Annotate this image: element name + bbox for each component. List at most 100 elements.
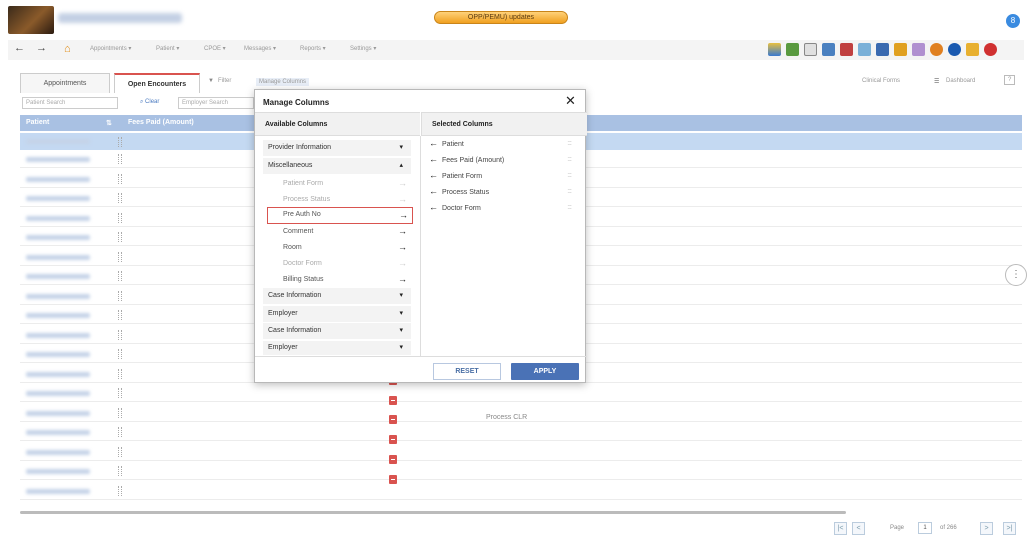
- available-item-pre-auth-no[interactable]: Pre Auth No →: [267, 207, 413, 224]
- group-employer[interactable]: Employer ▾: [263, 306, 411, 322]
- blurred-patient-name[interactable]: [26, 139, 90, 144]
- blurred-patient-name[interactable]: [26, 254, 90, 260]
- menu-reports[interactable]: Reports ▾: [300, 45, 326, 52]
- drag-handle-icon[interactable]: ::::: [567, 152, 572, 167]
- row-grip-icon[interactable]: [118, 310, 122, 320]
- row-grip-icon[interactable]: [118, 388, 122, 398]
- drag-handle-icon[interactable]: ::::: [567, 136, 572, 151]
- home-icon[interactable]: ⌂: [64, 43, 71, 55]
- tab-open-encounters[interactable]: Open Encounters: [114, 73, 200, 93]
- row-grip-icon[interactable]: [118, 368, 122, 379]
- pdf-form-icon[interactable]: [389, 396, 397, 405]
- row-grip-icon[interactable]: [118, 485, 122, 496]
- blurred-patient-name[interactable]: [26, 313, 90, 318]
- group-employer-2[interactable]: Employer ▾: [263, 341, 411, 355]
- available-item-doctor-form[interactable]: Doctor Form →: [283, 256, 411, 271]
- row-grip-icon[interactable]: [118, 407, 122, 418]
- column-header-patient[interactable]: Patient: [26, 119, 49, 126]
- blurred-patient-name[interactable]: [26, 352, 90, 357]
- clear-link[interactable]: ⌕ Clear: [140, 99, 159, 106]
- group-miscellaneous[interactable]: Miscellaneous ▴: [263, 158, 411, 174]
- users-icon[interactable]: [822, 43, 835, 56]
- blurred-patient-name[interactable]: [26, 274, 90, 279]
- row-grip-icon[interactable]: [118, 329, 122, 340]
- patient-search-input[interactable]: Patient Search: [22, 97, 118, 109]
- row-grip-icon[interactable]: [118, 466, 122, 476]
- remove-arrow-icon[interactable]: ←: [429, 170, 438, 180]
- last-page-button[interactable]: >|: [1003, 522, 1016, 535]
- column-header-fees[interactable]: Fees Paid (Amount): [128, 119, 194, 126]
- dashboard-link[interactable]: Dashboard: [946, 78, 975, 84]
- blurred-patient-name[interactable]: [26, 235, 90, 240]
- row-grip-icon[interactable]: [118, 251, 122, 262]
- back-arrow-icon[interactable]: ←: [14, 42, 25, 54]
- menu-settings[interactable]: Settings ▾: [350, 45, 376, 52]
- tab-appointments[interactable]: Appointments: [20, 73, 110, 93]
- group-case-information[interactable]: Case Information ▾: [263, 288, 411, 304]
- row-grip-icon[interactable]: [118, 290, 122, 301]
- add-arrow-icon[interactable]: →: [398, 224, 407, 239]
- horizontal-scrollbar[interactable]: [20, 511, 846, 514]
- row-grip-icon[interactable]: [118, 446, 122, 457]
- reset-button[interactable]: RESET: [433, 363, 501, 380]
- blurred-patient-name[interactable]: [26, 488, 90, 494]
- add-arrow-icon[interactable]: →: [398, 192, 407, 207]
- employer-search-input[interactable]: Employer Search: [178, 97, 254, 109]
- chart-icon[interactable]: [768, 43, 781, 56]
- blurred-patient-name[interactable]: [26, 449, 90, 455]
- power-icon[interactable]: [984, 43, 997, 56]
- row-grip-icon[interactable]: [118, 232, 122, 242]
- document-icon[interactable]: [858, 43, 871, 56]
- row-grip-icon[interactable]: [118, 427, 122, 437]
- group-case-information-2[interactable]: Case Information ▾: [263, 323, 411, 339]
- forward-arrow-icon[interactable]: →: [36, 42, 47, 54]
- filter-icon[interactable]: ▼: [208, 78, 214, 84]
- row-grip-icon[interactable]: [118, 349, 122, 359]
- available-item-room[interactable]: Room →: [283, 240, 411, 255]
- row-grip-icon[interactable]: [118, 137, 122, 147]
- apply-button[interactable]: APPLY: [511, 363, 579, 380]
- blurred-patient-name[interactable]: [26, 430, 90, 435]
- remove-arrow-icon[interactable]: ←: [429, 154, 438, 164]
- person-icon[interactable]: [876, 43, 889, 56]
- menu-appointments[interactable]: Appointments ▾: [90, 45, 131, 52]
- row-grip-icon[interactable]: [118, 154, 122, 164]
- row-grip-icon[interactable]: [118, 271, 122, 281]
- add-arrow-icon[interactable]: →: [398, 176, 407, 191]
- blurred-patient-name[interactable]: [26, 157, 90, 162]
- inbox-icon[interactable]: [804, 43, 817, 56]
- filter-button[interactable]: Filter: [218, 78, 231, 84]
- remove-arrow-icon[interactable]: ←: [429, 186, 438, 196]
- add-arrow-icon[interactable]: →: [398, 272, 407, 287]
- group-provider-information[interactable]: Provider Information ▾: [263, 140, 411, 156]
- selected-item-patient[interactable]: ← Patient ::::: [429, 136, 579, 151]
- blurred-patient-name[interactable]: [26, 391, 90, 396]
- first-page-button[interactable]: |<: [834, 522, 847, 535]
- blurred-patient-name[interactable]: [26, 215, 90, 221]
- help-icon[interactable]: ?: [1004, 75, 1016, 85]
- row-grip-icon[interactable]: [118, 212, 122, 223]
- calendar-icon[interactable]: [786, 43, 799, 56]
- available-item-comment[interactable]: Comment →: [283, 224, 411, 239]
- close-icon[interactable]: ✕: [565, 93, 576, 109]
- blurred-patient-name[interactable]: [26, 332, 90, 338]
- row-grip-icon[interactable]: [118, 193, 122, 203]
- clinical-forms-link[interactable]: Clinical Forms: [862, 78, 900, 84]
- side-panel-toggle-icon[interactable]: ⋮: [1005, 264, 1027, 286]
- pdf-form-icon[interactable]: [389, 455, 397, 464]
- menu-messages[interactable]: Messages ▾: [244, 45, 276, 52]
- blurred-patient-name[interactable]: [26, 293, 90, 299]
- manage-columns-button[interactable]: Manage Columns: [256, 78, 310, 86]
- row-grip-icon[interactable]: [118, 173, 122, 184]
- add-arrow-icon[interactable]: →: [398, 256, 407, 271]
- drag-handle-icon[interactable]: ::::: [567, 168, 572, 183]
- available-item-patient-form[interactable]: Patient Form →: [283, 176, 411, 191]
- add-arrow-icon[interactable]: →: [399, 208, 408, 222]
- lock-icon[interactable]: [966, 43, 979, 56]
- user-avatar[interactable]: 8: [1006, 14, 1020, 28]
- selected-item-doctor-form[interactable]: ← Doctor Form ::::: [429, 200, 579, 215]
- available-item-billing-status[interactable]: Billing Status →: [283, 272, 411, 287]
- page-number-input[interactable]: 1: [918, 522, 932, 534]
- blurred-patient-name[interactable]: [26, 410, 90, 416]
- available-item-process-status[interactable]: Process Status →: [283, 192, 411, 207]
